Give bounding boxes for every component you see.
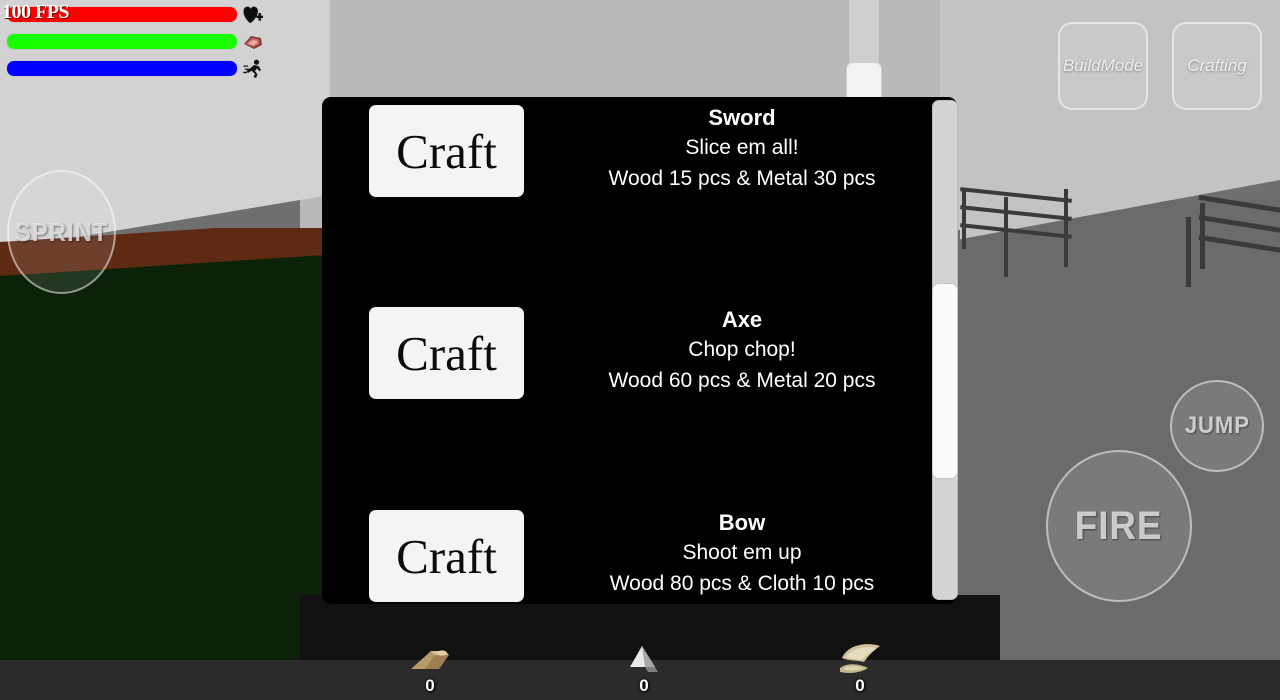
craft-button-sword[interactable]: Craft — [369, 105, 524, 197]
recipe-description: Slice em all! — [685, 136, 799, 159]
craft-button-label: Craft — [396, 325, 497, 381]
scene-fence-left — [960, 185, 1080, 295]
game-screen: 100 FPS SPRINT FIRE JUMP BuildMode Craft… — [0, 0, 1280, 700]
resource-slot-wood[interactable]: 0 — [398, 638, 462, 696]
recipe-row-axe: Craft Axe Chop chop! Wood 60 pcs & Metal… — [322, 299, 917, 431]
recipe-name: Sword — [708, 105, 776, 130]
stamina-bar-fill — [7, 61, 237, 76]
scrollbar-thumb[interactable] — [932, 283, 958, 479]
stamina-bar — [6, 60, 242, 77]
resource-slot-metal[interactable]: 0 — [612, 638, 676, 696]
recipe-description: Chop chop! — [688, 338, 796, 361]
recipe-cost: Wood 80 pcs & Cloth 10 pcs — [609, 572, 875, 595]
recipe-info-sword: Sword Slice em all! Wood 15 pcs & Metal … — [572, 103, 912, 194]
jump-button[interactable]: JUMP — [1170, 380, 1264, 472]
fps-counter: 100 FPS — [2, 1, 70, 23]
crafting-panel: Craft Sword Slice em all! Wood 15 pcs & … — [322, 97, 957, 604]
craft-button-bow[interactable]: Craft — [369, 510, 524, 602]
scene-grass-ground — [0, 240, 330, 660]
sprint-button-label: SPRINT — [14, 216, 109, 247]
fire-button-label: FIRE — [1075, 503, 1163, 548]
crafting-button[interactable]: Crafting — [1172, 22, 1262, 110]
recipe-info-bow: Bow Shoot em up Wood 80 pcs & Cloth 10 p… — [572, 508, 912, 599]
heart-plus-icon — [240, 4, 266, 26]
recipe-row-sword: Craft Sword Slice em all! Wood 15 pcs & … — [322, 97, 917, 229]
crafting-button-label: Crafting — [1187, 56, 1247, 75]
recipe-description: Shoot em up — [682, 541, 802, 564]
recipe-name: Bow — [718, 510, 766, 535]
resource-count: 0 — [425, 676, 435, 695]
buildmode-button-label: BuildMode — [1062, 56, 1144, 75]
recipe-name: Axe — [721, 307, 763, 332]
hunger-bar — [6, 33, 242, 50]
fire-button[interactable]: FIRE — [1046, 450, 1192, 602]
resource-slot-cloth[interactable]: 0 — [828, 638, 892, 696]
crafting-panel-scrollbar[interactable] — [932, 100, 958, 600]
craft-button-label: Craft — [396, 528, 497, 584]
recipe-cost: Wood 15 pcs & Metal 30 pcs — [608, 167, 876, 190]
craft-button-label: Craft — [396, 123, 497, 179]
hunger-bar-fill — [7, 34, 237, 49]
recipe-cost: Wood 60 pcs & Metal 20 pcs — [608, 369, 876, 392]
running-man-icon — [240, 58, 266, 80]
scene-fence-right — [1186, 194, 1280, 330]
meat-icon — [240, 31, 266, 53]
jump-button-label: JUMP — [1184, 412, 1250, 439]
recipe-row-bow: Craft Bow Shoot em up Wood 80 pcs & Clot… — [322, 502, 917, 604]
resource-count: 0 — [639, 676, 649, 695]
status-bars: 100 FPS — [0, 0, 270, 90]
sprint-button[interactable]: SPRINT — [7, 170, 116, 294]
buildmode-button[interactable]: BuildMode — [1058, 22, 1148, 110]
recipe-info-axe: Axe Chop chop! Wood 60 pcs & Metal 20 pc… — [572, 305, 912, 396]
craft-button-axe[interactable]: Craft — [369, 307, 524, 399]
resource-count: 0 — [855, 676, 865, 695]
